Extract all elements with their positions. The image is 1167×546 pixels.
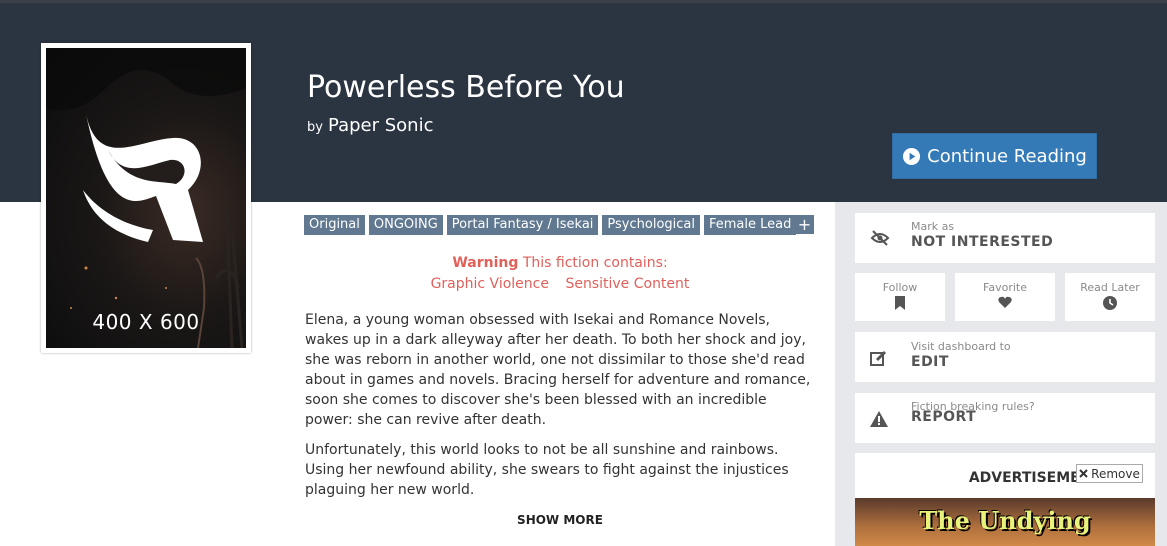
tag-list: Original ONGOING Portal Fantasy / Isekai… (304, 215, 797, 235)
continue-reading-label: Continue Reading (927, 145, 1087, 167)
show-more-button[interactable]: SHOW MORE (305, 513, 815, 527)
synopsis-paragraph: Elena, a young woman obsessed with Iseka… (305, 312, 811, 428)
follow-button[interactable]: Follow (855, 273, 945, 321)
follow-label: Follow (882, 281, 918, 294)
report-label: REPORT (911, 409, 977, 425)
tag-female-lead[interactable]: Female Lead (704, 215, 797, 235)
cover-image[interactable]: 400 X 600 (41, 43, 251, 353)
more-tags-button[interactable]: + (795, 215, 814, 234)
favorite-label: Favorite (983, 281, 1027, 294)
advertisement: ADVERTISEMENT Remove The Undying (855, 453, 1155, 546)
warning-icon (870, 411, 888, 427)
advertisement-title: ADVERTISEMENT (968, 470, 1101, 486)
ad-image-text: The Undying (919, 506, 1091, 535)
not-interested-button[interactable]: Mark as NOT INTERESTED (855, 213, 1155, 263)
warning-item: Sensitive Content (565, 276, 690, 292)
eye-slash-icon (870, 230, 890, 246)
heart-icon (998, 296, 1012, 308)
clock-icon (1103, 296, 1117, 310)
play-circle-icon (903, 147, 921, 165)
byline: by Paper Sonic (307, 115, 434, 136)
tag-portal-fantasy[interactable]: Portal Fantasy / Isekai (446, 215, 599, 235)
synopsis-paragraph: Unfortunately, this world looks to not b… (305, 442, 789, 498)
not-interested-small: Mark as (911, 220, 955, 233)
report-button[interactable]: Fiction breaking rules? REPORT (855, 393, 1155, 443)
favorite-button[interactable]: Favorite (955, 273, 1055, 321)
tag-psychological[interactable]: Psychological (602, 215, 700, 235)
cover-placeholder: 400 X 600 (46, 48, 246, 348)
read-later-label: Read Later (1080, 281, 1140, 294)
read-later-button[interactable]: Read Later (1065, 273, 1155, 321)
warning-item: Graphic Violence (430, 276, 549, 292)
remove-ad-button[interactable]: Remove (1076, 464, 1143, 483)
edit-button[interactable]: Visit dashboard to EDIT (855, 332, 1155, 382)
edit-icon (870, 350, 887, 366)
author-link[interactable]: Paper Sonic (328, 115, 433, 136)
bookmark-icon (895, 296, 905, 310)
fiction-title: Powerless Before You (307, 70, 625, 105)
tag-status[interactable]: ONGOING (368, 215, 443, 235)
ad-image[interactable]: The Undying (855, 498, 1155, 546)
warning-label: Warning (452, 255, 519, 271)
by-label: by (307, 120, 323, 135)
tag-original[interactable]: Original (304, 215, 365, 235)
synopsis: Elena, a young woman obsessed with Iseka… (305, 310, 817, 510)
edit-small: Visit dashboard to (911, 340, 1011, 353)
warning-items: Graphic Violence Sensitive Content (305, 276, 815, 292)
royalroad-logo-icon (83, 114, 203, 242)
continue-reading-button[interactable]: Continue Reading (892, 133, 1097, 179)
warning-text: This fiction contains: (522, 255, 668, 271)
content-warning: Warning This fiction contains: (305, 255, 815, 271)
remove-ad-label: Remove (1091, 466, 1140, 481)
edit-label: EDIT (911, 354, 949, 370)
not-interested-label: NOT INTERESTED (911, 234, 1054, 250)
close-icon (1079, 469, 1088, 478)
cover-size-label: 400 X 600 (92, 310, 200, 334)
